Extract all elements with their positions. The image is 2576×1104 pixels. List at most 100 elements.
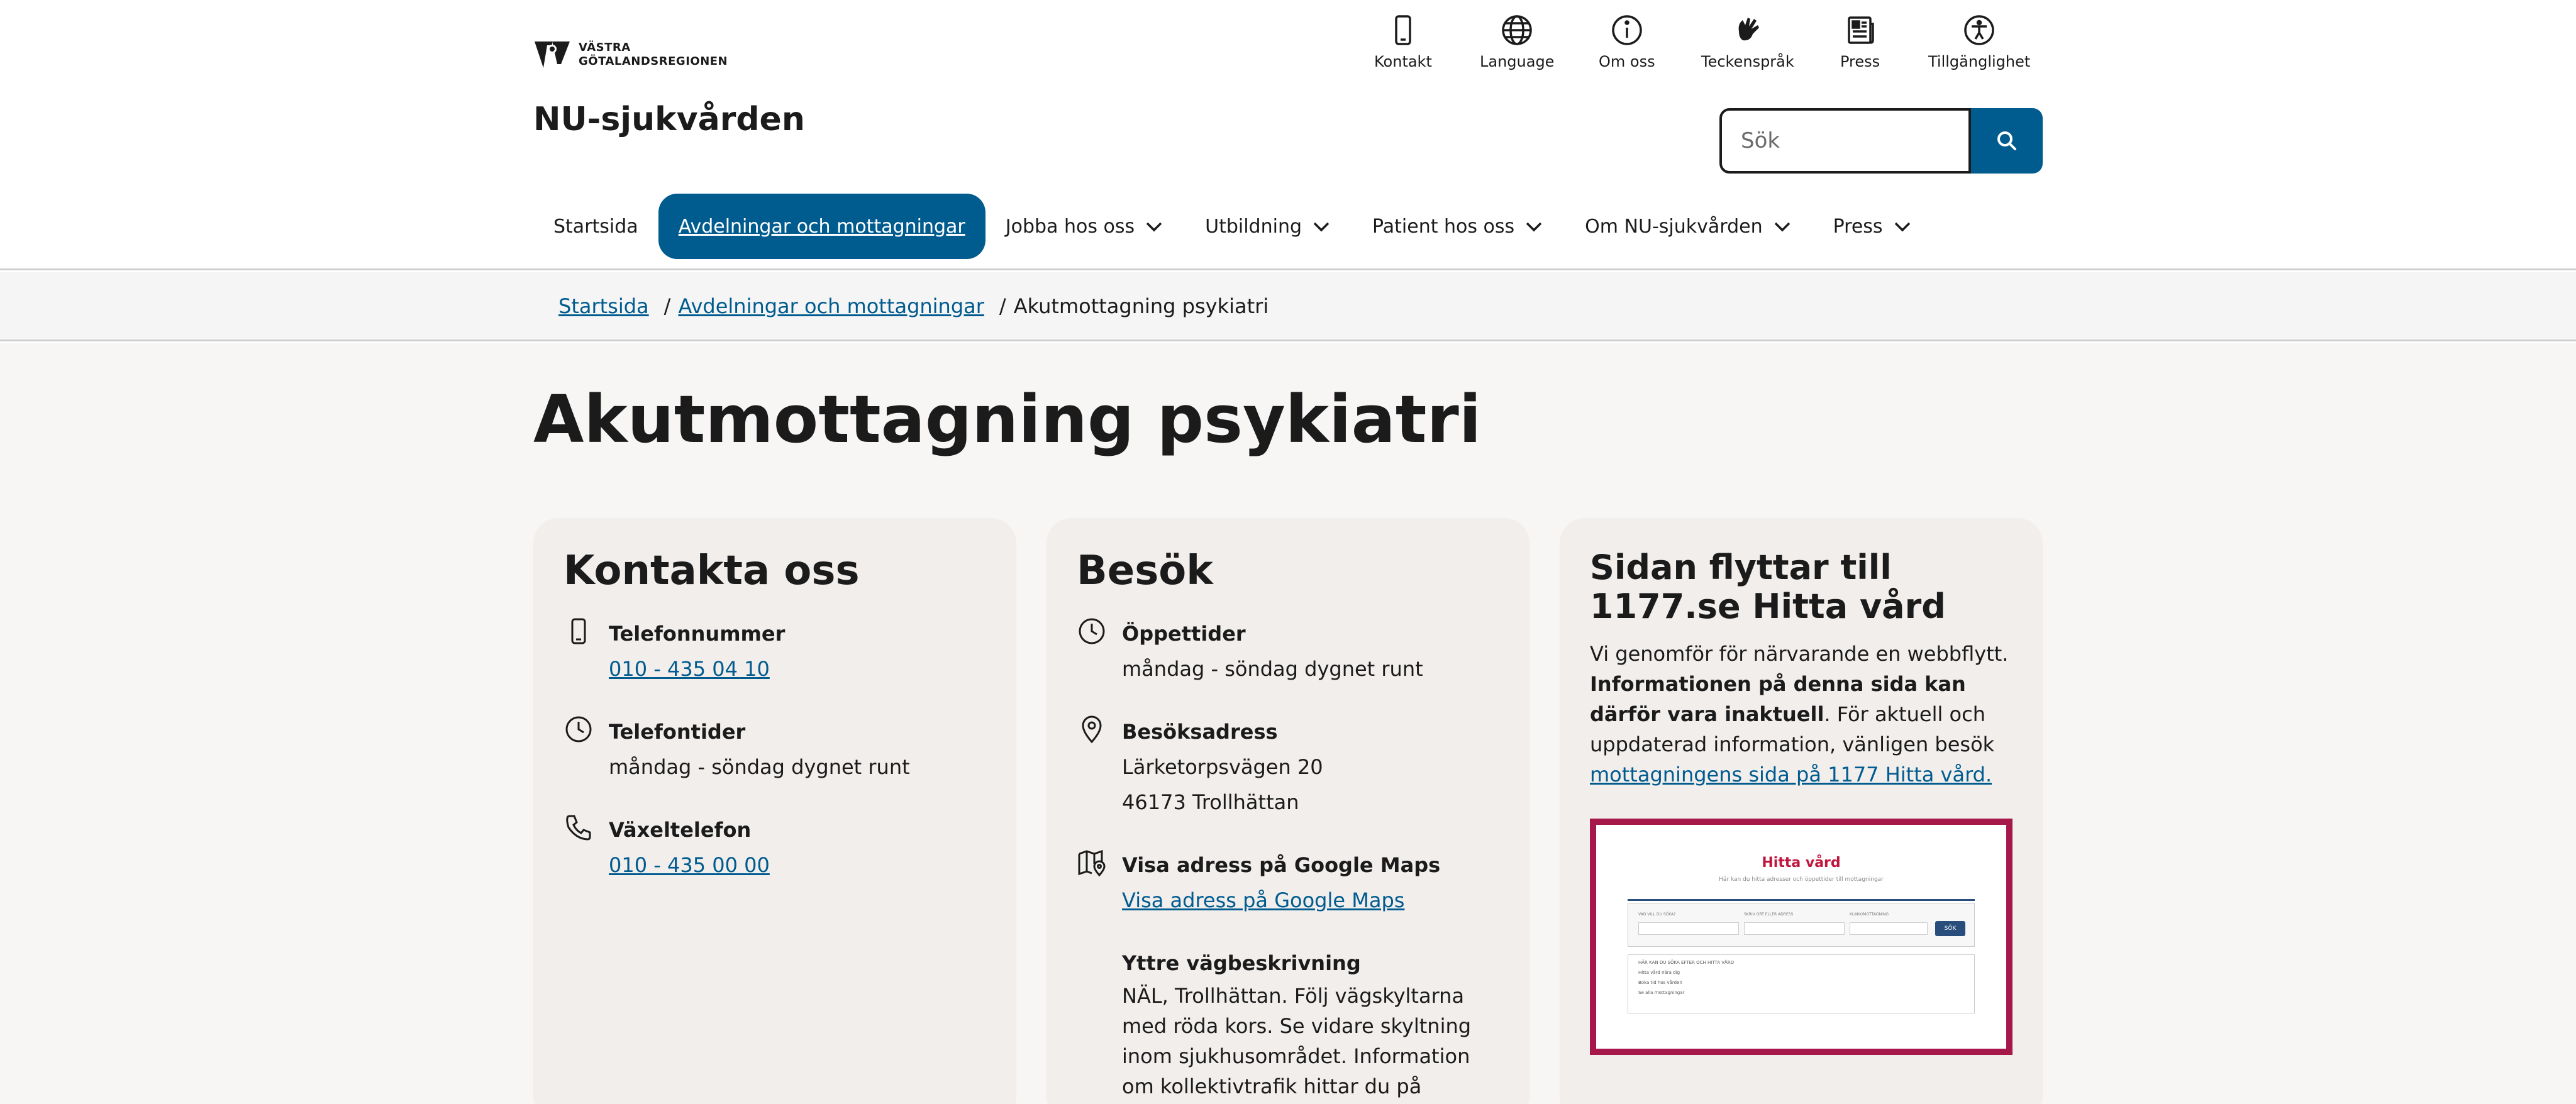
logo-text: VÄSTRA GÖTALANDSREGIONEN bbox=[579, 41, 728, 69]
nav-label: Avdelningar och mottagningar bbox=[678, 215, 965, 238]
utility-label: Teckenspråk bbox=[1701, 53, 1794, 70]
info-phone: Telefonnummer 010 - 435 04 10 bbox=[564, 616, 986, 687]
preview-field-label: VAD VILL DU SÖKA? bbox=[1638, 912, 1676, 917]
nav-item-utbildning[interactable]: Utbildning bbox=[1185, 194, 1352, 259]
preview-list: HÄR KAN DU SÖKA EFTER OCH HITTA VÅRD Hit… bbox=[1628, 954, 1975, 1013]
nav-label: Startsida bbox=[553, 215, 638, 238]
info-icon bbox=[1612, 15, 1642, 45]
opening-hours-label: Öppettider bbox=[1122, 622, 1246, 646]
card-title: Sidan flyttar till 1177.se Hitta vård bbox=[1590, 548, 1946, 626]
site-move-intro: Vi genomför för närvarande en webbflytt. bbox=[1590, 642, 2009, 666]
directions-label: Yttre vägbeskrivning bbox=[1122, 951, 1361, 975]
preview-list-item: Boka tid hos vården bbox=[1638, 980, 1682, 985]
utility-label: Language bbox=[1480, 53, 1555, 70]
main-nav: Startsida Avdelningar och mottagningar J… bbox=[533, 194, 1933, 259]
newspaper-icon bbox=[1847, 16, 1874, 44]
search-button[interactable] bbox=[1971, 108, 2043, 174]
site-move-card: Sidan flyttar till 1177.se Hitta vård Vi… bbox=[1560, 518, 2043, 1104]
phone-hours-label: Telefontider bbox=[609, 720, 746, 744]
breadcrumb-separator: / bbox=[999, 294, 1006, 318]
opening-hours-value: måndag - söndag dygnet runt bbox=[1122, 657, 1423, 681]
phone-icon bbox=[1395, 15, 1411, 45]
visit-address-street: Lärketorpsvägen 20 bbox=[1122, 755, 1323, 779]
preview-field bbox=[1850, 922, 1928, 935]
preview-search-button: SÖK bbox=[1935, 921, 1965, 936]
info-directions: Yttre vägbeskrivning NÄL, Trollhättan. F… bbox=[1077, 946, 1499, 1104]
utility-label: Press bbox=[1840, 53, 1880, 70]
breadcrumb-link-startsida[interactable]: Startsida bbox=[558, 294, 649, 318]
preview-field bbox=[1638, 922, 1739, 935]
search-field bbox=[1719, 108, 1971, 174]
site-header: VÄSTRA GÖTALANDSREGIONEN NU-sjukvården K… bbox=[0, 0, 2576, 270]
sign-language-icon bbox=[1738, 18, 1759, 41]
visit-address-label: Besöksadress bbox=[1122, 720, 1278, 744]
switchboard-link[interactable]: 010 - 435 00 00 bbox=[609, 847, 770, 883]
preview-field bbox=[1744, 922, 1845, 935]
card-title: Besök bbox=[1077, 548, 1213, 594]
preview-divider bbox=[1628, 899, 1975, 901]
preview-list-item: Hitta vård nära dig bbox=[1638, 970, 1680, 975]
chevron-down-icon bbox=[1774, 222, 1790, 232]
clock-icon bbox=[1079, 618, 1105, 644]
search-icon bbox=[1997, 131, 2016, 150]
nav-item-startsida[interactable]: Startsida bbox=[533, 194, 658, 259]
vgr-logo[interactable]: VÄSTRA GÖTALANDSREGIONEN bbox=[533, 39, 728, 70]
utility-link-tillganglighet[interactable]: Tillgänglighet bbox=[1928, 13, 2030, 70]
google-maps-link[interactable]: Visa adress på Google Maps bbox=[1122, 883, 1440, 918]
globe-icon bbox=[1502, 15, 1532, 45]
breadcrumb-link-avdelningar[interactable]: Avdelningar och mottagningar bbox=[678, 294, 984, 318]
accessibility-icon bbox=[1964, 15, 1994, 45]
google-maps-label: Visa adress på Google Maps bbox=[1122, 853, 1441, 877]
telephone-handset-icon bbox=[566, 815, 591, 841]
nav-label: Utbildning bbox=[1205, 215, 1302, 238]
hitta-vard-link[interactable]: mottagningens sida på 1177 Hitta vård. bbox=[1590, 763, 1992, 787]
logo-line1: VÄSTRA bbox=[579, 41, 631, 54]
chevron-down-icon bbox=[1526, 222, 1542, 232]
main-content: Akutmottagning psykiatri Kontakta oss Te… bbox=[0, 343, 2576, 1104]
preview-search-form: VAD VILL DU SÖKA? SKRIV ORT ELLER ADRESS… bbox=[1628, 903, 1975, 947]
utility-link-teckensprak[interactable]: Teckenspråk bbox=[1701, 13, 1794, 70]
clock-icon bbox=[565, 716, 592, 742]
breadcrumb-current: Akutmottagning psykiatri bbox=[1013, 294, 1269, 318]
nav-label: Patient hos oss bbox=[1372, 215, 1515, 238]
site-title[interactable]: NU-sjukvården bbox=[533, 101, 805, 138]
nav-item-om-nu-sjukvarden[interactable]: Om NU-sjukvården bbox=[1565, 194, 1813, 259]
utility-label: Om oss bbox=[1599, 53, 1655, 70]
utility-label: Kontakt bbox=[1374, 53, 1432, 70]
visit-address-city: 46173 Trollhättan bbox=[1122, 790, 1299, 814]
phone-label: Telefonnummer bbox=[609, 622, 786, 646]
utility-label: Tillgänglighet bbox=[1928, 53, 2031, 70]
vgr-logo-mark-icon bbox=[535, 41, 570, 68]
nav-item-avdelningar[interactable]: Avdelningar och mottagningar bbox=[658, 194, 985, 259]
chevron-down-icon bbox=[1894, 222, 1910, 232]
nav-label: Jobba hos oss bbox=[1005, 215, 1135, 238]
phone-hours-value: måndag - söndag dygnet runt bbox=[609, 755, 910, 779]
nav-item-jobba-hos-oss[interactable]: Jobba hos oss bbox=[985, 194, 1185, 259]
utility-link-press[interactable]: Press bbox=[1840, 13, 1880, 70]
nav-item-patient-hos-oss[interactable]: Patient hos oss bbox=[1352, 194, 1565, 259]
search-input[interactable] bbox=[1741, 128, 1968, 153]
directions-text: NÄL, Trollhättan. Följ vägskyltarna med … bbox=[1122, 984, 1472, 1098]
switchboard-label: Växeltelefon bbox=[609, 818, 752, 842]
utility-link-om-oss[interactable]: Om oss bbox=[1599, 13, 1655, 70]
breadcrumb: Startsida / Avdelningar och mottagningar… bbox=[0, 272, 2576, 341]
map-pin-icon bbox=[1082, 715, 1102, 744]
preview-title: Hitta vård bbox=[1762, 855, 1841, 871]
page-title: Akutmottagning psykiatri bbox=[533, 381, 1482, 458]
preview-list-item: HÄR KAN DU SÖKA EFTER OCH HITTA VÅRD bbox=[1638, 960, 1735, 965]
logo-line2: GÖTALANDSREGIONEN bbox=[579, 55, 728, 68]
preview-field-label: KLINIK/MOTTAGNING bbox=[1850, 912, 1889, 917]
map-icon bbox=[1078, 849, 1106, 877]
phone-link[interactable]: 010 - 435 04 10 bbox=[609, 651, 785, 687]
visit-card: Besök Öppettider måndag - söndag dygnet … bbox=[1046, 518, 1530, 1104]
nav-item-press[interactable]: Press bbox=[1813, 194, 1933, 259]
site-move-text: Vi genomför för närvarande en webbflytt.… bbox=[1590, 639, 2012, 790]
contact-card: Kontakta oss Telefonnummer 010 - 435 04 … bbox=[533, 518, 1016, 1104]
utility-link-kontakt[interactable]: Kontakt bbox=[1374, 13, 1432, 70]
utility-link-language[interactable]: Language bbox=[1480, 13, 1554, 70]
info-google-maps: Visa adress på Google Maps Visa adress p… bbox=[1077, 847, 1499, 918]
hitta-vard-preview-image[interactable]: Hitta vård Här kan du hitta adresser och… bbox=[1590, 819, 2012, 1055]
preview-list-item: Se alla mottagningar bbox=[1638, 990, 1685, 995]
nav-label: Press bbox=[1833, 215, 1883, 238]
phone-icon bbox=[571, 618, 586, 644]
